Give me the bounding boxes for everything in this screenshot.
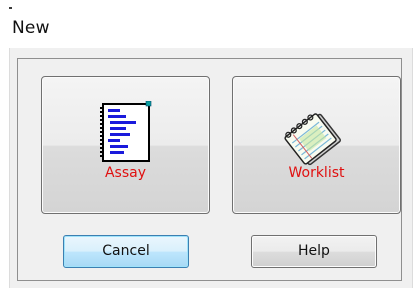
titlebar-mark (9, 7, 12, 9)
dialog-titlebar: New (0, 0, 420, 48)
worklist-notepad-icon (283, 113, 341, 166)
worklist-label: Worklist (288, 165, 345, 181)
worklist-button[interactable]: Worklist (232, 76, 401, 214)
assay-label: Assay (104, 165, 147, 181)
help-button[interactable]: Help (251, 235, 377, 268)
dialog-title: New (12, 18, 50, 38)
cancel-button[interactable]: Cancel (63, 235, 189, 268)
assay-document-icon (99, 101, 151, 162)
assay-button[interactable]: Assay (41, 76, 210, 214)
